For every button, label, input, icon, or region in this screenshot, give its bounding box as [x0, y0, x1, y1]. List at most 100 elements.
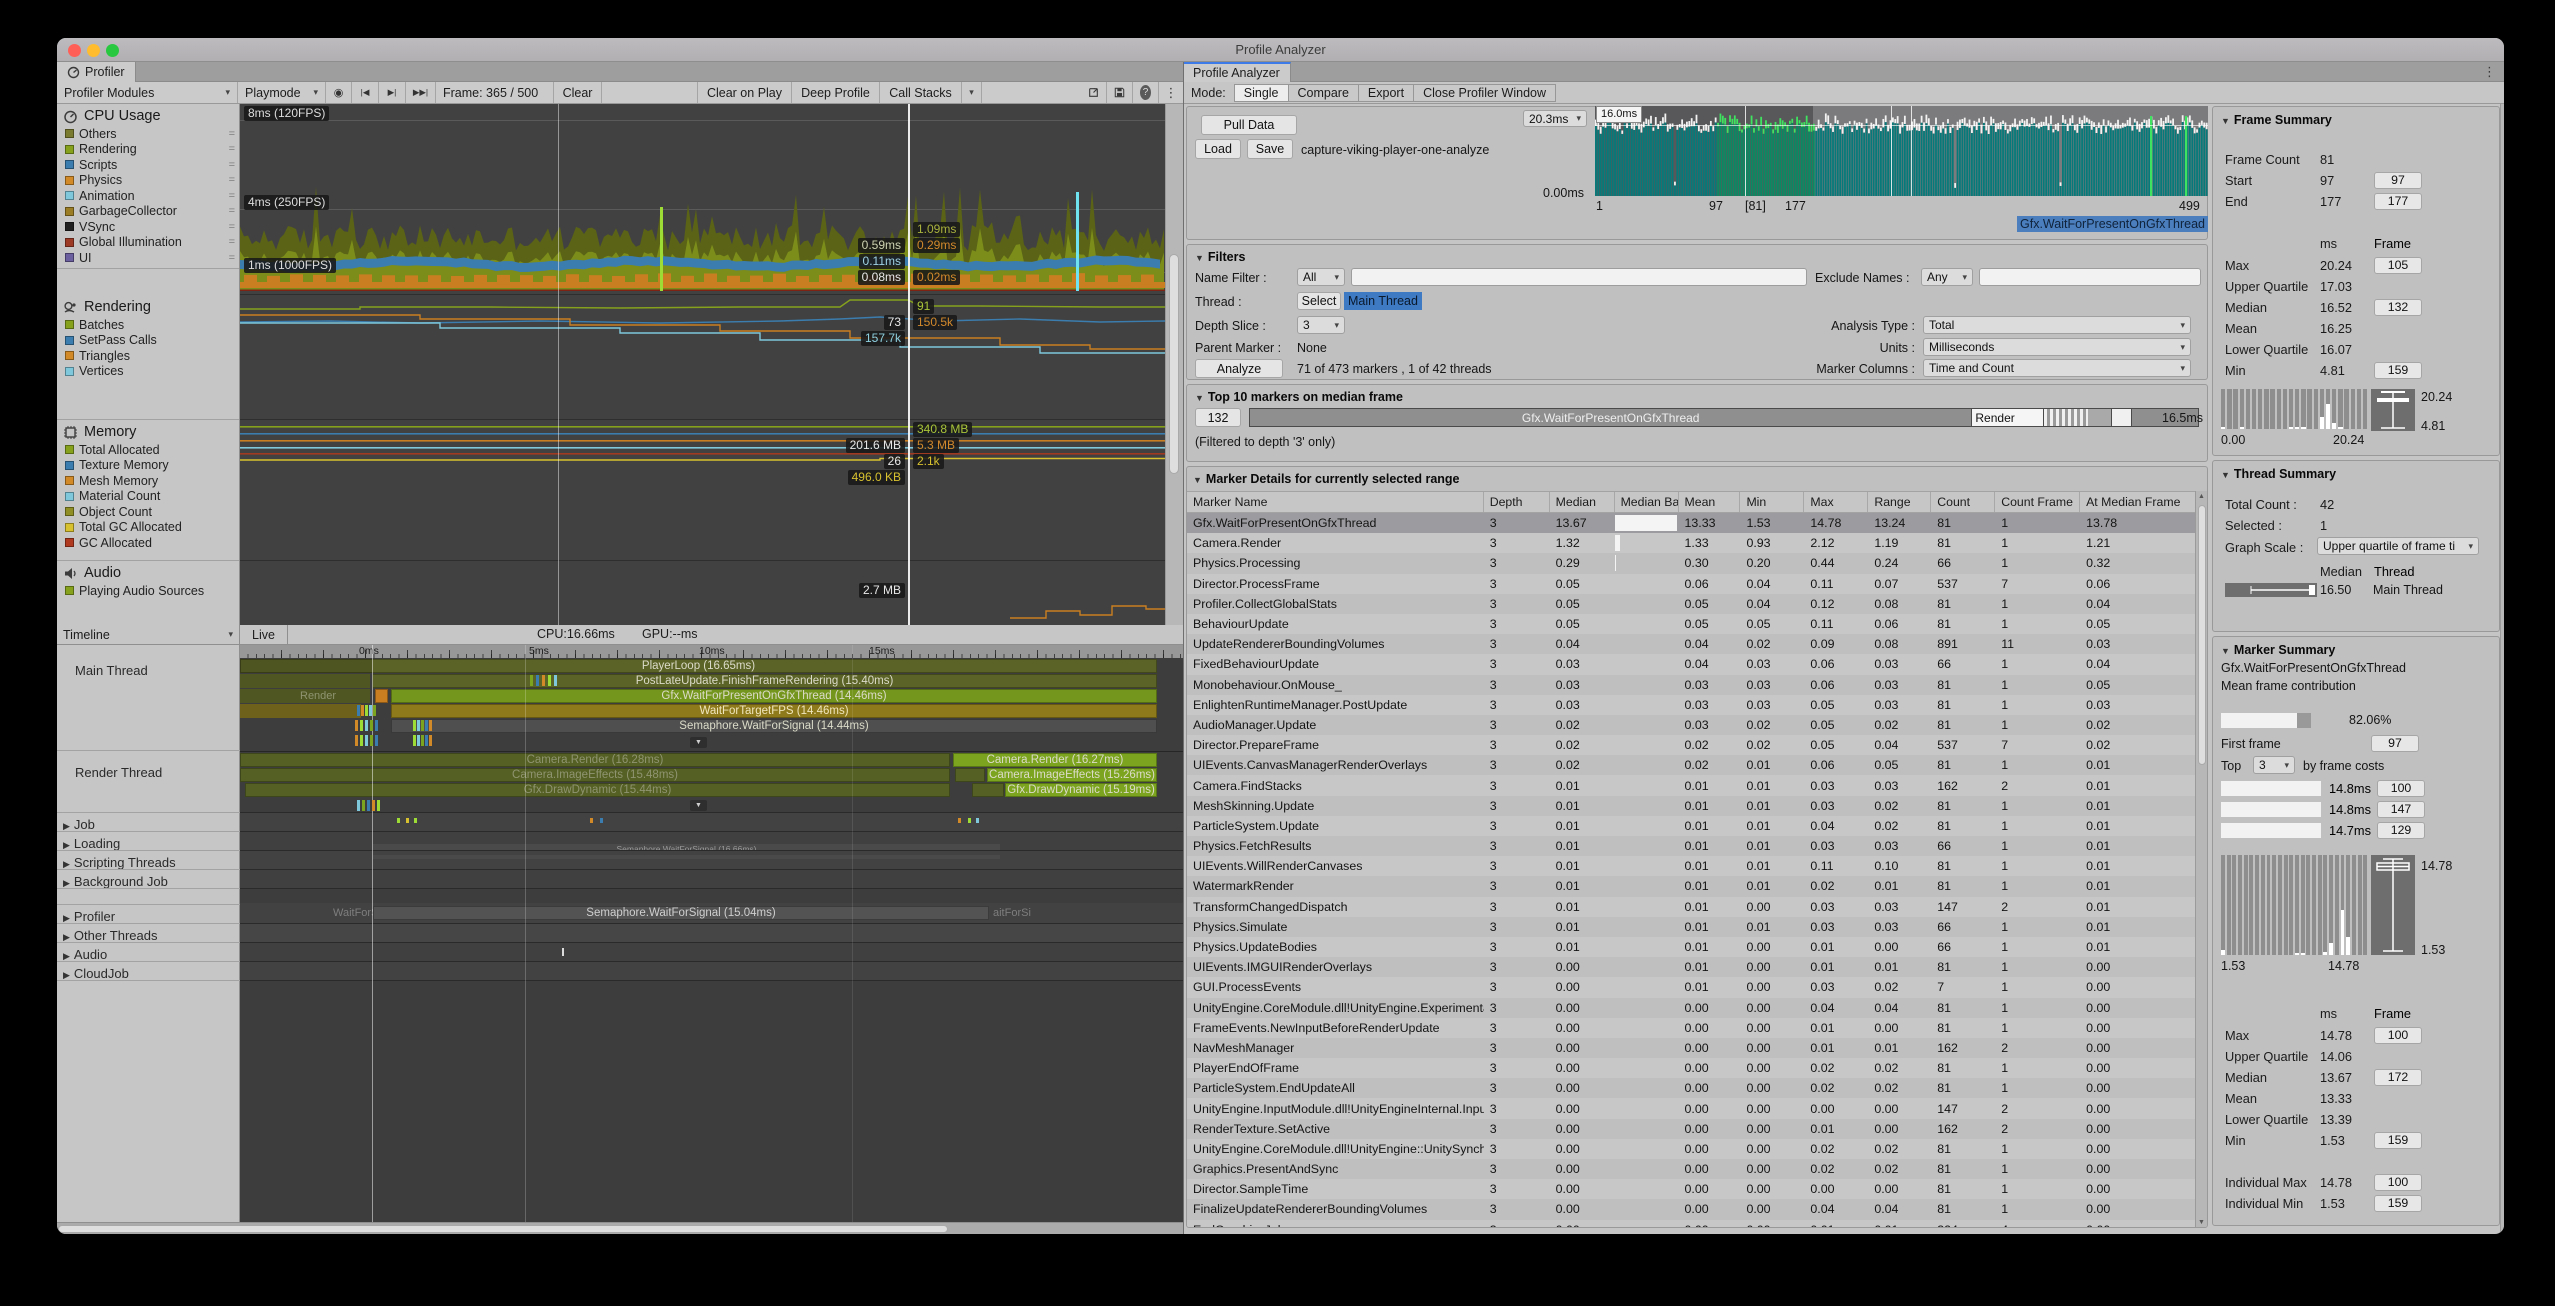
last-frame-button[interactable]: ▶▶|	[406, 82, 436, 103]
table-row[interactable]: Director.SampleTime 3 0.00 0.00 0.00 0.0…	[1187, 1179, 2197, 1199]
mode-export-button[interactable]: Export	[1359, 84, 1414, 102]
load-button[interactable]: Load	[1195, 139, 1241, 159]
job-group-row[interactable]	[240, 813, 1183, 831]
legend-item[interactable]: Scripts=	[57, 157, 239, 173]
thread-range-graph[interactable]	[2225, 583, 2317, 597]
mode-compare-button[interactable]: Compare	[1289, 84, 1359, 102]
legend-item[interactable]: Material Count	[57, 489, 239, 505]
kebab-menu-icon[interactable]: ⋮	[1159, 82, 1183, 103]
legend-item[interactable]: Texture Memory	[57, 458, 239, 474]
chart-playhead[interactable]	[908, 104, 910, 625]
legend-item[interactable]: Vertices	[57, 364, 239, 380]
table-header-row[interactable]: Marker Name Depth Median Median Ba Mean …	[1187, 491, 2197, 513]
cpu-usage-chart[interactable]	[240, 104, 1165, 295]
end-frame-button[interactable]: 177	[2374, 193, 2422, 210]
top10-seg-gfxwait[interactable]: Gfx.WaitForPresentOnGfxThread	[1250, 409, 1972, 426]
flame-gfx-drawdynamic[interactable]: Gfx.DrawDynamic (15.19ms)	[1005, 783, 1157, 797]
flame-camera-render[interactable]: Camera.Render (16.27ms)	[953, 753, 1157, 767]
table-row[interactable]: BehaviourUpdate 3 0.05 0.05 0.05 0.11 0.…	[1187, 614, 2197, 634]
close-profiler-window-button[interactable]: Close Profiler Window	[1414, 84, 1556, 102]
goto-frame-button[interactable]: 132	[2374, 299, 2422, 316]
table-row[interactable]: UIEvents.IMGUIRenderOverlays 3 0.00 0.01…	[1187, 957, 2197, 977]
goto-frame-button[interactable]: 100	[2374, 1027, 2422, 1044]
drag-handle-icon[interactable]: =	[229, 128, 235, 140]
table-vertical-scrollbar[interactable]: ▲ ▼	[2195, 491, 2207, 1228]
frame-summary-header[interactable]: ▼Frame Summary	[2221, 113, 2332, 127]
drag-handle-icon[interactable]: =	[229, 205, 235, 217]
flame-semaphore-wait[interactable]: Semaphore.WaitForSignal (14.44ms)	[391, 719, 1157, 733]
frame-time-strip[interactable]	[1595, 106, 2208, 196]
table-row[interactable]: AudioManager.Update 3 0.02 0.03 0.02 0.0…	[1187, 715, 2197, 735]
analyze-button[interactable]: Analyze	[1195, 359, 1283, 378]
table-row[interactable]: UnityEngine.CoreModule.dll!UnityEngine.E…	[1187, 998, 2197, 1018]
module-memory[interactable]: Memory	[57, 420, 239, 442]
expand-main-thread-icon[interactable]: ▼	[690, 737, 707, 748]
thread-cloudjob[interactable]: ▶CloudJob	[63, 966, 129, 981]
table-row[interactable]: NavMeshManager 3 0.00 0.00 0.00 0.01 0.0…	[1187, 1038, 2197, 1058]
thread-summary-header[interactable]: ▼Thread Summary	[2221, 467, 2336, 481]
module-audio[interactable]: Audio	[57, 561, 239, 583]
legend-item[interactable]: Total Allocated	[57, 442, 239, 458]
marker-boxplot[interactable]	[2371, 855, 2415, 955]
table-row[interactable]: Director.PrepareFrame 3 0.02 0.02 0.02 0…	[1187, 735, 2197, 755]
marker-columns-dropdown[interactable]: Time and Count▾	[1923, 359, 2191, 377]
filters-header[interactable]: ▼Filters	[1195, 250, 1245, 264]
thread-job[interactable]: ▶Job	[63, 817, 95, 832]
scroll-up-icon[interactable]: ▲	[2196, 491, 2207, 503]
drag-handle-icon[interactable]: =	[229, 190, 235, 202]
marker-summary-header[interactable]: ▼Marker Summary	[2221, 643, 2335, 657]
table-row[interactable]: WatermarkRender 3 0.01 0.01 0.01 0.02 0.…	[1187, 876, 2197, 896]
flame-gfx-drawdynamic-dim[interactable]: Gfx.DrawDynamic (15.44ms)	[245, 783, 950, 797]
table-row[interactable]: ParticleSystem.Update 3 0.01 0.01 0.01 0…	[1187, 816, 2197, 836]
prev-frame-button[interactable]: |◀	[352, 82, 379, 103]
table-row[interactable]: Physics.FetchResults 3 0.01 0.01 0.01 0.…	[1187, 836, 2197, 856]
save-profile-icon[interactable]	[1107, 82, 1133, 103]
table-row[interactable]: TransformChangedDispatch 3 0.01 0.01 0.0…	[1187, 897, 2197, 917]
cost-frame-button[interactable]: 129	[2377, 822, 2425, 839]
timeline-ruler[interactable]: 0ms 5ms 10ms 15ms	[240, 645, 1183, 658]
load-profile-icon[interactable]	[1081, 82, 1107, 103]
save-button[interactable]: Save	[1247, 139, 1293, 159]
scroll-down-icon[interactable]: ▼	[2196, 1217, 2207, 1228]
analysis-type-dropdown[interactable]: Total▾	[1923, 316, 2191, 334]
legend-item[interactable]: VSync=	[57, 219, 239, 235]
top-n-dropdown[interactable]: 3▾	[2253, 756, 2295, 774]
depth-slice-dropdown[interactable]: 3▾	[1297, 316, 1345, 334]
table-row[interactable]: ParticleSystem.EndUpdateAll 3 0.00 0.00 …	[1187, 1078, 2197, 1098]
flame-profiler-semaphore[interactable]: Semaphore.WaitForSignal (15.04ms)	[373, 906, 989, 920]
goto-frame-button[interactable]: 105	[2374, 257, 2422, 274]
thread-loading[interactable]: ▶Loading	[63, 836, 120, 851]
thread-scripting[interactable]: ▶Scripting Threads	[63, 855, 176, 870]
table-row[interactable]: UnityEngine.CoreModule.dll!UnityEngine::…	[1187, 1139, 2197, 1159]
frame-boxplot[interactable]	[2371, 389, 2415, 431]
table-row[interactable]: UIEvents.CanvasManagerRenderOverlays 3 0…	[1187, 755, 2197, 775]
top10-bar[interactable]: Gfx.WaitForPresentOnGfxThread Render	[1249, 408, 2199, 427]
flame-playerloop[interactable]: PlayerLoop (16.65ms)	[240, 659, 1157, 673]
goto-frame-button[interactable]: 159	[2374, 1195, 2422, 1212]
table-row[interactable]: Gfx.WaitForPresentOnGfxThread 3 13.67 13…	[1187, 513, 2197, 533]
clear-on-play-button[interactable]: Clear on Play	[698, 82, 792, 103]
table-row[interactable]: Physics.UpdateBodies 3 0.01 0.01 0.00 0.…	[1187, 937, 2197, 957]
profiler-modules-dropdown[interactable]: Profiler Modules▾	[57, 82, 238, 103]
memory-chart[interactable]	[240, 420, 1165, 561]
module-rendering[interactable]: Rendering	[57, 295, 239, 317]
scrollbar-thumb[interactable]	[2198, 505, 2206, 765]
table-row[interactable]: Graphics.PresentAndSync 3 0.00 0.00 0.00…	[1187, 1159, 2197, 1179]
other-threads-group-row[interactable]	[240, 924, 1183, 942]
table-row[interactable]: RenderTexture.SetActive 3 0.00 0.00 0.00…	[1187, 1119, 2197, 1139]
thread-other[interactable]: ▶Other Threads	[63, 928, 158, 943]
table-row[interactable]: EnlightenRuntimeManager.PostUpdate 3 0.0…	[1187, 695, 2197, 715]
name-filter-input[interactable]	[1351, 268, 1807, 286]
table-row[interactable]: FixedBehaviourUpdate 3 0.03 0.04 0.03 0.…	[1187, 654, 2197, 674]
drag-handle-icon[interactable]: =	[229, 174, 235, 186]
units-dropdown[interactable]: Milliseconds▾	[1923, 338, 2191, 356]
deep-profile-button[interactable]: Deep Profile	[792, 82, 880, 103]
strip-selected-marker[interactable]: Gfx.WaitForPresentOnGfxThread	[2017, 216, 2208, 232]
thread-profiler[interactable]: ▶Profiler	[63, 909, 115, 924]
close-window-icon[interactable]	[68, 44, 81, 57]
name-filter-mode-dropdown[interactable]: All▾	[1297, 268, 1345, 286]
legend-item[interactable]: Object Count	[57, 504, 239, 520]
clear-button[interactable]: Clear	[554, 82, 602, 103]
scrollbar-thumb[interactable]	[58, 1225, 948, 1233]
flame-postlateupdate[interactable]: PostLateUpdate.FinishFrameRendering (15.…	[372, 674, 1157, 688]
